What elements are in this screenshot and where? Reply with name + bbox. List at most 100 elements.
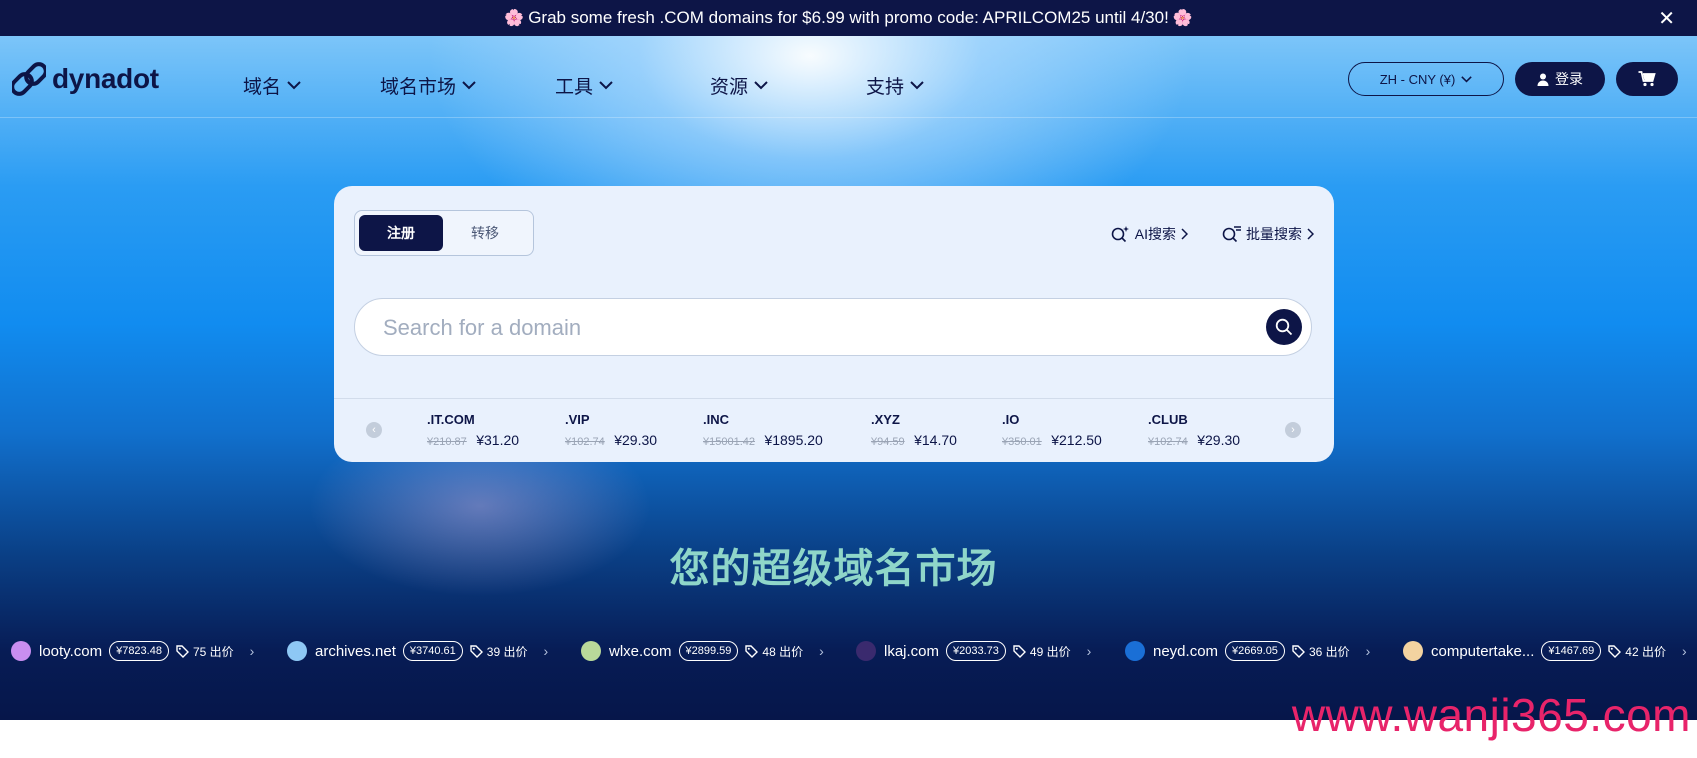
- domain-search-card: 注册 转移 AI搜索 批量搜索 Search for a domain ‹ .I…: [334, 186, 1334, 462]
- nav-item-resources[interactable]: 资源: [710, 72, 768, 99]
- ai-search-label: AI搜索: [1134, 226, 1176, 242]
- market-listing[interactable]: lkaj.com ¥2033.73 49 出价 ›: [856, 636, 1091, 666]
- main-nav: dynadot 域名 域名市场 工具 资源 支持 ZH - CNY (¥) 登录: [0, 36, 1697, 118]
- tld-name: .IT.COM: [427, 412, 475, 427]
- nav-item-marketplace[interactable]: 域名市场: [380, 72, 476, 99]
- tld-new-price: ¥29.30: [1197, 432, 1241, 448]
- market-listing[interactable]: computertake... ¥1467.69 42 出价 ›: [1403, 636, 1687, 666]
- tab-register[interactable]: 注册: [359, 215, 443, 251]
- market-price: ¥7823.48: [109, 641, 169, 661]
- tag-icon: [176, 644, 189, 658]
- market-domain: lkaj.com: [884, 642, 940, 660]
- domain-avatar: [287, 641, 307, 661]
- chevron-right-icon: ›: [1365, 643, 1371, 659]
- market-price: ¥2669.05: [1225, 641, 1285, 661]
- market-price: ¥2033.73: [946, 641, 1006, 661]
- tld-new-price: ¥14.70: [914, 432, 957, 448]
- market-price: ¥1467.69: [1541, 641, 1602, 661]
- domain-avatar: [1403, 641, 1423, 661]
- language-label: ZH - CNY (¥): [1379, 71, 1456, 87]
- tld-old-price: ¥102.74: [1148, 436, 1188, 448]
- tld-item[interactable]: .CLUB ¥102.74 ¥29.30: [1148, 412, 1240, 450]
- market-domain: computertake...: [1431, 642, 1535, 660]
- chevron-down-icon: [599, 81, 613, 90]
- search-icon: [1275, 318, 1293, 336]
- chevron-right-icon: ›: [1086, 643, 1092, 659]
- nav-item-tools[interactable]: 工具: [555, 72, 613, 99]
- tld-old-price: ¥102.74: [565, 436, 605, 448]
- tag-icon: [1608, 644, 1622, 658]
- ai-search-icon: [1111, 226, 1129, 243]
- market-price: ¥3740.61: [402, 641, 463, 661]
- market-offers: 48 出价: [762, 644, 804, 659]
- tld-new-price: ¥29.30: [614, 432, 658, 448]
- nav-item-label: 域名: [243, 77, 282, 98]
- tab-transfer[interactable]: 转移: [443, 215, 527, 251]
- domain-search-input[interactable]: [383, 309, 1243, 347]
- market-listing[interactable]: archives.net ¥3740.61 39 出价 ›: [287, 636, 548, 666]
- market-listing[interactable]: looty.com ¥7823.48 75 出价 ›: [11, 636, 254, 666]
- user-icon: [1537, 73, 1549, 86]
- tld-old-price: ¥94.59: [871, 436, 905, 448]
- hero-tagline: 您的超级域名市场: [669, 547, 998, 591]
- promo-banner: 🌸 Grab some fresh .COM domains for $6.99…: [0, 0, 1697, 36]
- tld-prev-arrow[interactable]: ‹: [366, 422, 382, 438]
- market-listing[interactable]: wlxe.com ¥2899.59 48 出价 ›: [581, 636, 824, 666]
- bulk-search-link[interactable]: 批量搜索: [1222, 224, 1314, 244]
- domain-avatar: [856, 641, 876, 661]
- tld-item[interactable]: .INC ¥15001.42 ¥1895.20: [703, 412, 823, 450]
- chevron-right-icon: ›: [249, 643, 255, 659]
- language-currency-select[interactable]: ZH - CNY (¥): [1348, 62, 1504, 96]
- nav-item-label: 工具: [555, 77, 594, 98]
- flower-icon: 🌸: [1172, 10, 1193, 27]
- search-button[interactable]: [1266, 309, 1302, 345]
- logo[interactable]: dynadot: [12, 62, 159, 96]
- chevron-right-icon: [1181, 228, 1188, 240]
- market-offers: 75 出价: [192, 644, 234, 659]
- market-offers: 39 出价: [486, 644, 528, 659]
- chevron-right-icon: ›: [1681, 643, 1687, 659]
- tag-icon: [1013, 644, 1026, 658]
- tag-icon: [745, 644, 759, 658]
- tld-old-price: ¥15001.42: [703, 436, 755, 448]
- chevron-down-icon: [287, 81, 301, 90]
- cart-button[interactable]: [1616, 62, 1678, 96]
- domain-avatar: [1125, 641, 1145, 661]
- login-label: 登录: [1555, 71, 1583, 87]
- chevron-down-icon: [462, 81, 476, 90]
- tld-item[interactable]: .IT.COM ¥210.87 ¥31.20: [427, 412, 519, 450]
- tld-name: .VIP: [565, 412, 590, 427]
- close-icon[interactable]: ✕: [1658, 6, 1675, 31]
- ai-search-link[interactable]: AI搜索: [1111, 224, 1188, 244]
- tag-icon: [1292, 644, 1305, 658]
- search-box: [354, 298, 1312, 356]
- tld-name: .CLUB: [1148, 412, 1188, 427]
- tld-old-price: ¥350.01: [1002, 436, 1042, 448]
- tld-item[interactable]: .XYZ ¥94.59 ¥14.70: [871, 412, 957, 450]
- search-mode-tabs: 注册 转移: [354, 210, 534, 256]
- chevron-down-icon: [754, 81, 768, 90]
- flower-icon: 🌸: [504, 10, 525, 27]
- market-listing[interactable]: neyd.com ¥2669.05 36 出价 ›: [1125, 636, 1370, 666]
- market-domain: neyd.com: [1153, 642, 1219, 660]
- nav-item-domains[interactable]: 域名: [243, 72, 301, 99]
- tld-item[interactable]: .VIP ¥102.74 ¥29.30: [565, 412, 657, 450]
- chevron-down-icon: [910, 81, 924, 90]
- logo-text: dynadot: [52, 63, 159, 94]
- login-button[interactable]: 登录: [1515, 62, 1605, 96]
- domain-avatar: [581, 641, 601, 661]
- hero-section: dynadot 域名 域名市场 工具 资源 支持 ZH - CNY (¥) 登录…: [0, 36, 1697, 720]
- domain-avatar: [11, 641, 31, 661]
- bulk-search-label: 批量搜索: [1246, 226, 1302, 242]
- cart-icon: [1638, 71, 1656, 87]
- tld-new-price: ¥1895.20: [764, 432, 823, 448]
- tld-name: .IO: [1002, 412, 1020, 427]
- tld-next-arrow[interactable]: ›: [1285, 422, 1301, 438]
- marketplace-ticker: looty.com ¥7823.48 75 出价 › archives.net …: [0, 636, 1697, 666]
- tld-new-price: ¥212.50: [1051, 432, 1102, 448]
- nav-item-label: 支持: [866, 77, 905, 98]
- chevron-right-icon: ›: [819, 643, 824, 659]
- nav-item-support[interactable]: 支持: [866, 72, 924, 99]
- nav-item-label: 资源: [710, 77, 749, 98]
- tld-item[interactable]: .IO ¥350.01 ¥212.50: [1002, 412, 1102, 450]
